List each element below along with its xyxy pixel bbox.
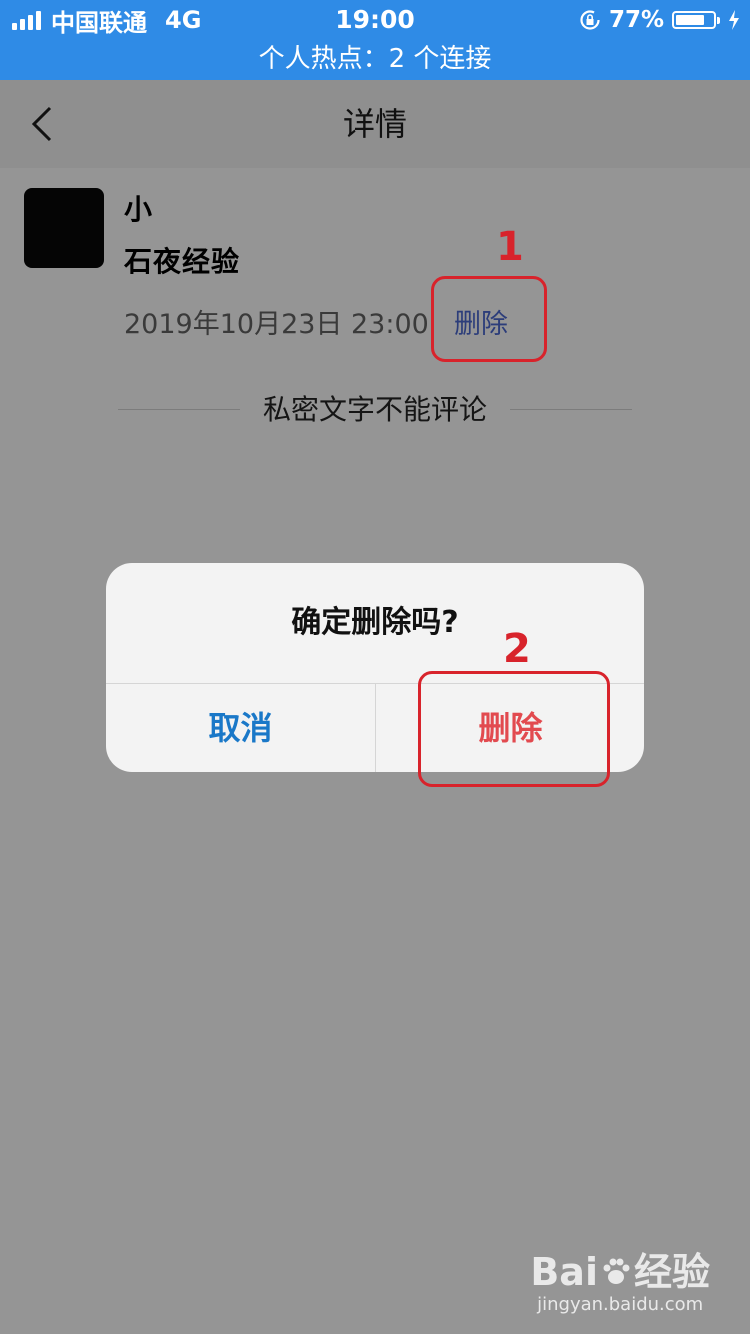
watermark-brand-suffix: 经验 [633, 1250, 710, 1294]
watermark-logo: Bai 经验 [530, 1250, 710, 1294]
comment-disabled-notice: 私密文字不能评论 [118, 390, 632, 430]
dialog-title: 确定删除吗? [291, 605, 459, 640]
watermark-brand-prefix: Bai [530, 1250, 598, 1294]
status-right: 77% [579, 0, 740, 40]
private-notice-text: 私密文字不能评论 [262, 393, 487, 426]
post-text: 石夜经验 [124, 245, 241, 278]
battery-icon [672, 11, 720, 29]
battery-fill [676, 15, 704, 25]
annotation-number-1: 1 [496, 224, 524, 270]
rotation-lock-icon [580, 10, 600, 30]
annotation-number-2: 2 [503, 626, 531, 672]
avatar[interactable] [24, 188, 104, 268]
hotspot-bar[interactable]: 个人热点：2 个连接 [0, 40, 750, 80]
status-bar: 中国联通 4G 19:00 77% [0, 0, 750, 40]
nav-bar: 详情 [0, 80, 750, 168]
paw-icon [603, 1258, 630, 1284]
battery-percent: 77% [608, 7, 664, 33]
page-title: 详情 [342, 105, 407, 143]
baidu-jingyan-watermark: Bai 经验 jingyan.baidu.com [530, 1250, 710, 1316]
post-date: 2019年10月23日 23:00 [124, 309, 429, 340]
annotation-box-2 [418, 671, 610, 787]
annotation-box-1 [431, 276, 547, 362]
charging-bolt-icon [729, 10, 739, 30]
cancel-button[interactable]: 取消 [106, 684, 375, 772]
watermark-url: jingyan.baidu.com [537, 1294, 704, 1315]
divider-right [510, 409, 632, 410]
username[interactable]: 小 [124, 188, 152, 228]
